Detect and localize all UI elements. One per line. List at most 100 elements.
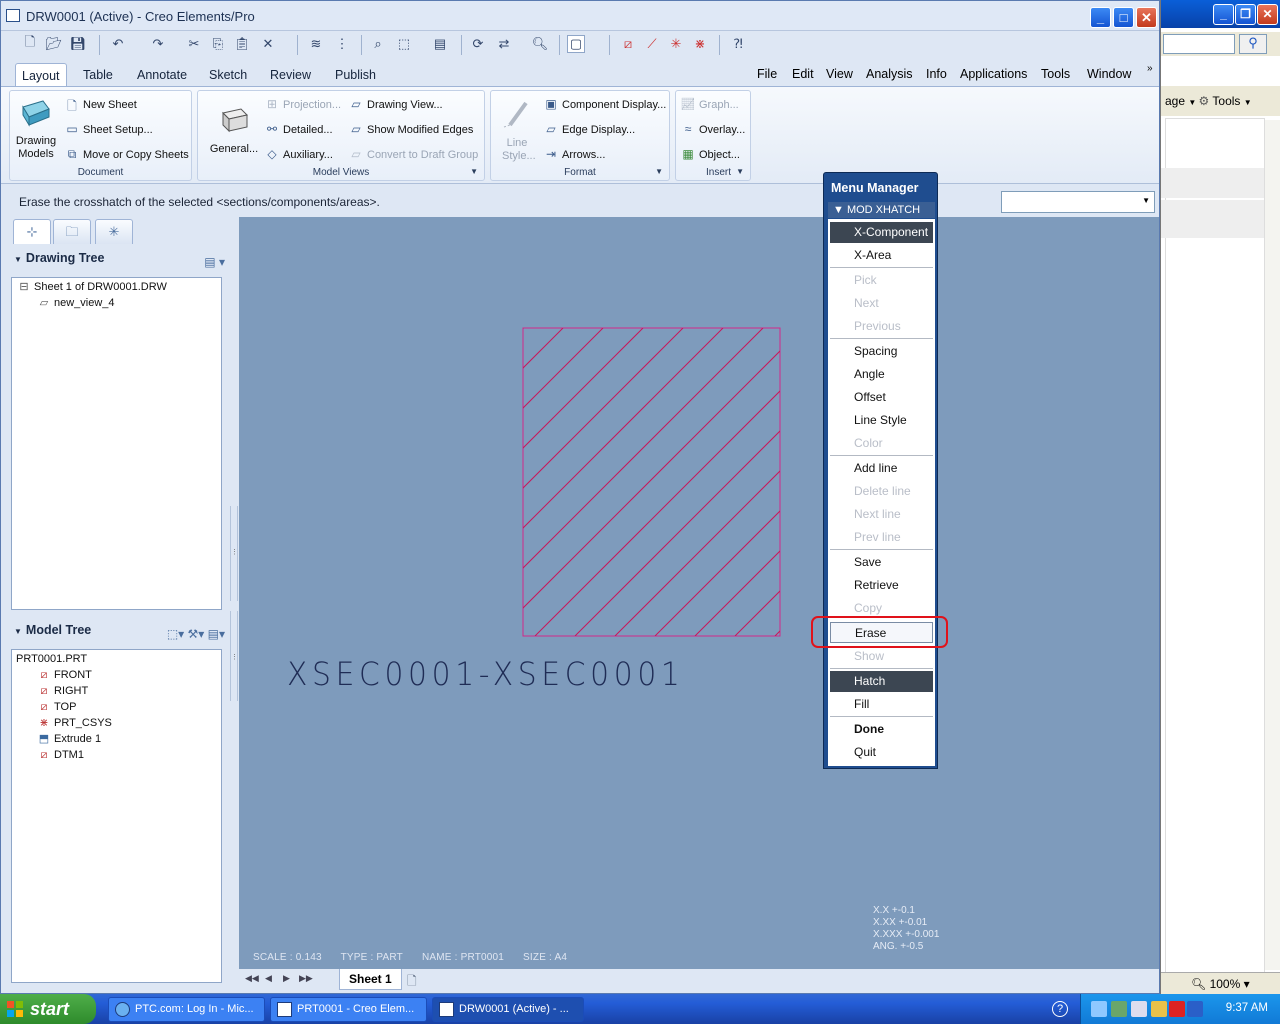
datum-axis-icon[interactable]: ⟋	[643, 35, 661, 53]
last-sheet-icon[interactable]: ▶▶	[299, 973, 313, 984]
save-icon[interactable]: 💾︎	[69, 35, 87, 53]
csys-icon[interactable]: ⋇	[691, 35, 709, 53]
tree-item-csys[interactable]: ⋇ PRT_CSYS	[12, 715, 221, 731]
menu-angle[interactable]: Angle	[830, 364, 933, 385]
group-launcher-icon[interactable]: ▼	[470, 167, 478, 176]
copy-icon[interactable]: ⎘	[209, 35, 227, 53]
taskbar-item-prt0001[interactable]: PRT0001 - Creo Elem...	[270, 997, 427, 1022]
tree-item-extrude[interactable]: ⬒ Extrude 1	[12, 731, 221, 747]
start-button[interactable]: start	[0, 994, 96, 1024]
page-menu[interactable]: age	[1165, 94, 1185, 108]
prev-sheet-icon[interactable]: ◀	[265, 973, 272, 984]
tab-favorites[interactable]: ✳	[95, 219, 133, 244]
crosshatch-section[interactable]	[239, 217, 1159, 969]
auxiliary-button[interactable]: ◇ Auxiliary...	[264, 147, 333, 163]
menu-offset[interactable]: Offset	[830, 387, 933, 408]
menu-fill[interactable]: Fill	[830, 694, 933, 715]
drawing-tree-header[interactable]: ▼ Drawing Tree ▤ ▾	[11, 251, 231, 275]
tray-search-icon[interactable]	[1131, 1001, 1147, 1017]
regenerate-icon[interactable]: ⟳	[469, 35, 487, 53]
menu-hatch[interactable]: Hatch	[830, 671, 933, 692]
taskbar-item-drw0001[interactable]: DRW0001 (Active) - ...	[432, 997, 584, 1022]
graph-button[interactable]: 📈︎ Graph...	[680, 97, 738, 113]
menu-line-style[interactable]: Line Style	[830, 410, 933, 431]
sheet-setup-button[interactable]: ▭ Sheet Setup...	[64, 122, 152, 138]
line-style-button[interactable]: Line Style...	[495, 99, 539, 163]
browser-zoom[interactable]: 🔍︎ 100% ▾	[1161, 972, 1280, 994]
overlay-button[interactable]: ≈ Overlay...	[680, 122, 746, 138]
datum-plane-icon[interactable]: ⧄	[619, 35, 637, 53]
object-button[interactable]: ▦ Object...	[680, 147, 740, 163]
tree-item-sheet[interactable]: ⊟ Sheet 1 of DRW0001.DRW	[12, 279, 221, 295]
tray-vc-icon[interactable]	[1187, 1001, 1203, 1017]
find-icon[interactable]: ⌕	[369, 35, 387, 53]
drawing-canvas[interactable]: XSEC0001-XSEC0001 X.X +-0.1 X.XX +-0.01 …	[239, 217, 1159, 969]
browser-close-button[interactable]: ✕	[1257, 4, 1278, 25]
close-button[interactable]: ✕	[1136, 7, 1157, 28]
panel-splitter[interactable]: ⋮	[230, 611, 238, 701]
convert-to-draft-group-button[interactable]: ▱ Convert to Draft Group	[348, 147, 478, 163]
filter-dropdown[interactable]: ▼	[1001, 191, 1155, 213]
mod-xhatch-header[interactable]: ▼ MOD XHATCH	[828, 202, 935, 218]
model-tree-tools-icon[interactable]: ⬚▾ ⚒▾ ▤▾	[167, 627, 225, 641]
search-icon[interactable]: ⚲	[1239, 34, 1267, 54]
move-copy-sheets-button[interactable]: ⧉ Move or Copy Sheets	[64, 147, 189, 163]
whats-this-icon[interactable]: ⁈	[729, 35, 747, 53]
tree-item-right[interactable]: ⧄ RIGHT	[12, 683, 221, 699]
tree-item-view[interactable]: ▱ new_view_4	[12, 295, 221, 311]
properties-icon[interactable]: ▤	[431, 35, 449, 53]
tree-item-front[interactable]: ⧄ FRONT	[12, 667, 221, 683]
browser-tools-menu[interactable]: Tools	[1212, 94, 1240, 108]
tab-layout[interactable]: Layout	[15, 63, 67, 87]
browser-search-input[interactable]	[1163, 34, 1235, 54]
menu-done[interactable]: Done	[830, 719, 933, 740]
general-view-button[interactable]: General...	[204, 105, 264, 156]
paste-icon[interactable]: 📋︎	[233, 35, 251, 53]
tree-item-part[interactable]: PRT0001.PRT	[12, 651, 221, 667]
browser-scrollbar[interactable]	[1264, 120, 1280, 970]
repaint-icon[interactable]: ⇄	[495, 35, 513, 53]
projection-button[interactable]: ⊞ Projection...	[264, 97, 341, 113]
first-sheet-icon[interactable]: ◀◀	[245, 973, 259, 984]
tree-item-dtm1[interactable]: ⧄ DTM1	[12, 747, 221, 763]
tab-model-tree[interactable]: ⊹	[13, 219, 51, 244]
network-icon[interactable]	[1091, 1001, 1107, 1017]
arrows-button[interactable]: ⇥ Arrows...	[543, 147, 605, 163]
show-modified-edges-button[interactable]: ▱ Show Modified Edges	[348, 122, 473, 138]
tab-table[interactable]: Table	[77, 63, 119, 87]
new-sheet-icon[interactable]: 🗋	[407, 972, 417, 993]
menu-manager-title[interactable]: Menu Manager	[831, 181, 919, 195]
tray-security-icon[interactable]	[1169, 1001, 1185, 1017]
menu-quit[interactable]: Quit	[830, 742, 933, 763]
menu-x-component[interactable]: X-Component	[830, 222, 933, 243]
minimize-button[interactable]: _	[1090, 7, 1111, 28]
browser-minimize-button[interactable]: _	[1213, 4, 1234, 25]
open-file-icon[interactable]: 📂︎	[45, 35, 63, 53]
new-file-icon[interactable]: 🗋	[21, 34, 39, 53]
model-tree-header[interactable]: ▼ Model Tree ⬚▾ ⚒▾ ▤▾	[11, 623, 231, 647]
taskbar-item-browser[interactable]: PTC.com: Log In - Mic...	[108, 997, 265, 1022]
tray-app-icon[interactable]	[1111, 1001, 1127, 1017]
component-display-button[interactable]: ▣ Component Display...	[543, 97, 666, 113]
delete-icon[interactable]: ✕	[259, 35, 277, 53]
browser-restore-button[interactable]: ❐	[1235, 4, 1256, 25]
tree-icon[interactable]: ⋮	[333, 35, 351, 53]
menu-spacing[interactable]: Spacing	[830, 341, 933, 362]
edge-display-button[interactable]: ▱ Edge Display...	[543, 122, 635, 138]
maximize-button[interactable]: □	[1113, 7, 1134, 28]
help-icon[interactable]: ?	[1052, 1001, 1068, 1017]
sheet-tab[interactable]: Sheet 1	[339, 969, 402, 990]
new-sheet-button[interactable]: 🗋 New Sheet	[64, 97, 137, 113]
display-style-icon[interactable]: ▢	[567, 35, 585, 53]
section-label[interactable]: XSEC0001-XSEC0001	[287, 655, 685, 693]
panel-splitter[interactable]: ⋮	[230, 506, 238, 601]
tray-folder-icon[interactable]	[1151, 1001, 1167, 1017]
tree-settings-icon[interactable]: ▤ ▾	[204, 255, 225, 269]
drawing-view-button[interactable]: ▱ Drawing View...	[348, 97, 442, 113]
menu-save[interactable]: Save	[830, 552, 933, 573]
tree-item-top[interactable]: ⧄ TOP	[12, 699, 221, 715]
cut-icon[interactable]: ✂	[185, 35, 203, 53]
tab-sketch[interactable]: Sketch	[203, 63, 253, 87]
menu-retrieve[interactable]: Retrieve	[830, 575, 933, 596]
zoom-icon[interactable]: 🔍︎	[531, 35, 549, 53]
